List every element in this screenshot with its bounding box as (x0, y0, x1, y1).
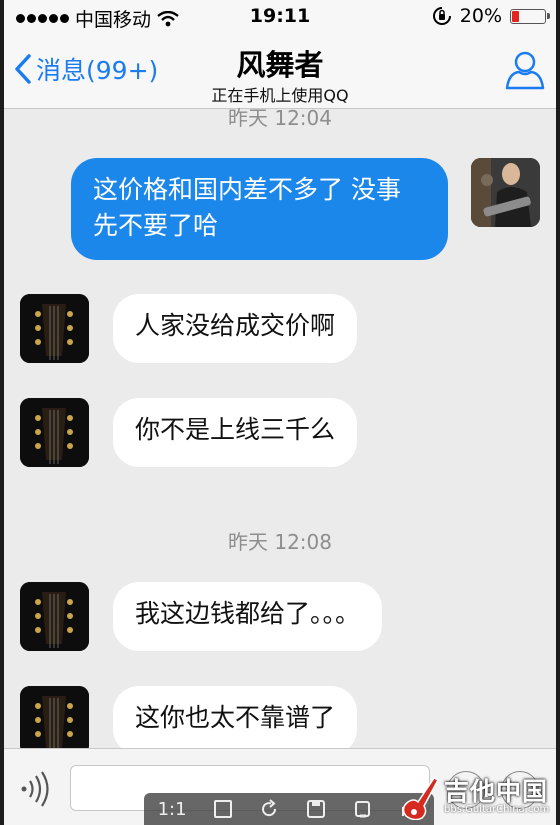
contact-avatar[interactable] (20, 398, 89, 467)
incoming-message-bubble[interactable]: 人家没给成交价啊 (113, 294, 358, 363)
message-list[interactable]: 昨天 12:04 这价格和国内差不多了 没事 先不要了哈 人家没给成交价啊 你不… (4, 108, 556, 748)
watermark-url: bbs.GuitarChina.com (444, 804, 550, 815)
battery-percent: 20% (459, 5, 502, 27)
contact-avatar[interactable] (20, 686, 89, 748)
guitar-headstock-photo (20, 686, 89, 748)
nav-bar: 消息(99+) 风舞者 正在手机上使用QQ (4, 34, 556, 109)
voice-button[interactable] (18, 771, 54, 811)
message-text: 人家没给成交价啊 (135, 311, 336, 340)
actual-size-button[interactable]: 1:1 (158, 799, 187, 820)
save-icon[interactable] (306, 799, 326, 819)
message-text: 你不是上线三千么 (135, 415, 336, 444)
profile-button[interactable] (504, 48, 546, 94)
status-bar: 中国移动 19:11 20% (4, 0, 556, 34)
battery-level (512, 10, 519, 22)
contact-avatar[interactable] (20, 582, 89, 651)
incoming-message-bubble[interactable]: 你不是上线三千么 (113, 398, 358, 467)
battery-icon (510, 8, 550, 24)
message-text: 我这边钱都给了。。。 (135, 599, 361, 628)
timestamp: 昨天 12:04 (228, 108, 332, 130)
chat-title: 风舞者 (236, 48, 324, 82)
incoming-message-bubble[interactable]: 这你也太不靠谱了 (113, 686, 358, 748)
watermark-text: 吉他中国 (444, 777, 549, 806)
message-text: 这你也太不靠谱了 (135, 703, 336, 732)
guitar-headstock-photo (20, 582, 89, 651)
guitar-headstock-photo (20, 294, 89, 363)
chat-subtitle: 正在手机上使用QQ (211, 86, 349, 105)
status-right: 20% (432, 5, 550, 27)
contact-avatar[interactable] (20, 294, 89, 363)
voice-icon (21, 771, 49, 807)
incoming-message-bubble[interactable]: 我这边钱都给了。。。 (113, 582, 383, 651)
message-text: 这价格和国内差不多了 没事 先不要了哈 (93, 175, 401, 240)
outgoing-message-bubble[interactable]: 这价格和国内差不多了 没事 先不要了哈 (71, 158, 448, 260)
guitarist-photo (471, 158, 540, 227)
copy-icon[interactable] (353, 799, 373, 819)
phone-screen: 中国移动 19:11 20% 消息(99+) 风舞者 正在手机上使用QQ 昨天 … (4, 0, 556, 825)
guitar-headstock-photo (20, 398, 89, 467)
rotate-icon[interactable] (259, 799, 279, 819)
person-icon (505, 51, 545, 90)
rotation-lock-icon (432, 7, 451, 25)
site-watermark: 吉他中国 bbs.GuitarChina.com (400, 768, 550, 825)
my-avatar[interactable] (471, 158, 540, 227)
fit-icon[interactable] (213, 800, 232, 818)
viewer-toolbar: 1:1 (144, 793, 434, 825)
guitar-logo-icon (402, 777, 440, 820)
timestamp: 昨天 12:08 (228, 530, 332, 554)
